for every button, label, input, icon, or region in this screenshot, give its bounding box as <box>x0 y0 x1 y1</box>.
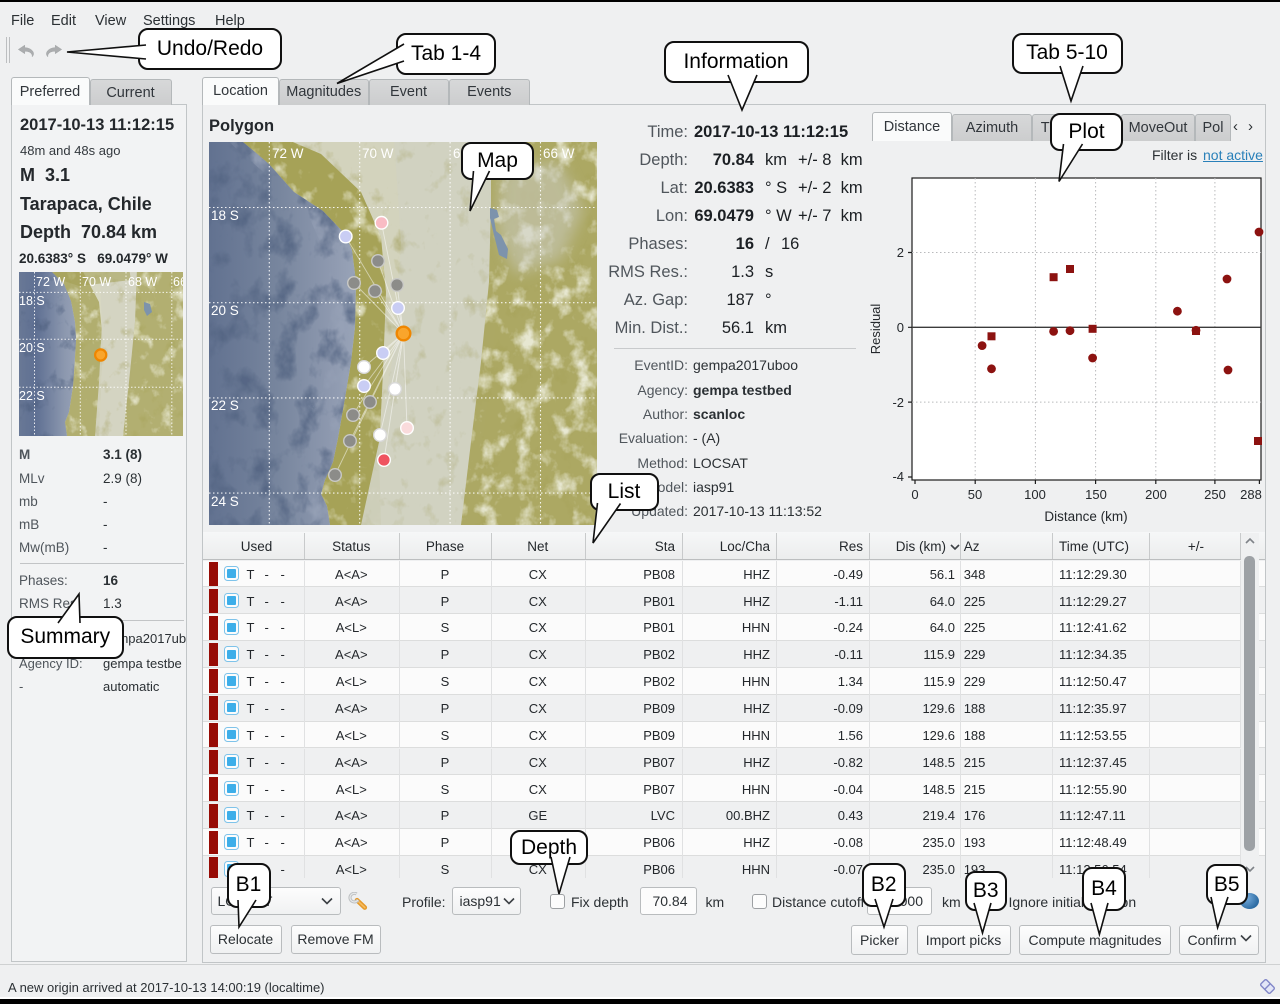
svg-text:70 W: 70 W <box>362 146 394 161</box>
svg-text:72 W: 72 W <box>36 275 65 289</box>
svg-text:0: 0 <box>897 320 904 335</box>
svg-text:200: 200 <box>1145 487 1167 502</box>
svg-text:68 W: 68 W <box>128 275 157 289</box>
svg-text:18 S: 18 S <box>19 294 45 308</box>
svg-text:-2: -2 <box>892 395 904 410</box>
svg-text:50: 50 <box>968 487 982 502</box>
svg-text:18 S: 18 S <box>211 208 239 223</box>
svg-text:Distance (km): Distance (km) <box>1044 509 1127 524</box>
svg-text:100: 100 <box>1024 487 1046 502</box>
svg-text:70 W: 70 W <box>82 275 111 289</box>
svg-text:20 S: 20 S <box>211 303 239 318</box>
svg-text:22 S: 22 S <box>211 398 239 413</box>
svg-text:22 S: 22 S <box>19 389 45 403</box>
svg-text:0: 0 <box>911 487 918 502</box>
svg-text:288: 288 <box>1240 487 1262 502</box>
svg-text:24 S: 24 S <box>211 494 239 509</box>
svg-text:66: 66 <box>173 275 183 289</box>
svg-text:2: 2 <box>897 245 904 260</box>
svg-text:250: 250 <box>1204 487 1226 502</box>
svg-text:72 W: 72 W <box>272 146 304 161</box>
svg-text:-4: -4 <box>892 469 904 484</box>
svg-text:150: 150 <box>1085 487 1107 502</box>
svg-text:20 S: 20 S <box>19 341 45 355</box>
svg-text:Residual: Residual <box>868 304 883 355</box>
